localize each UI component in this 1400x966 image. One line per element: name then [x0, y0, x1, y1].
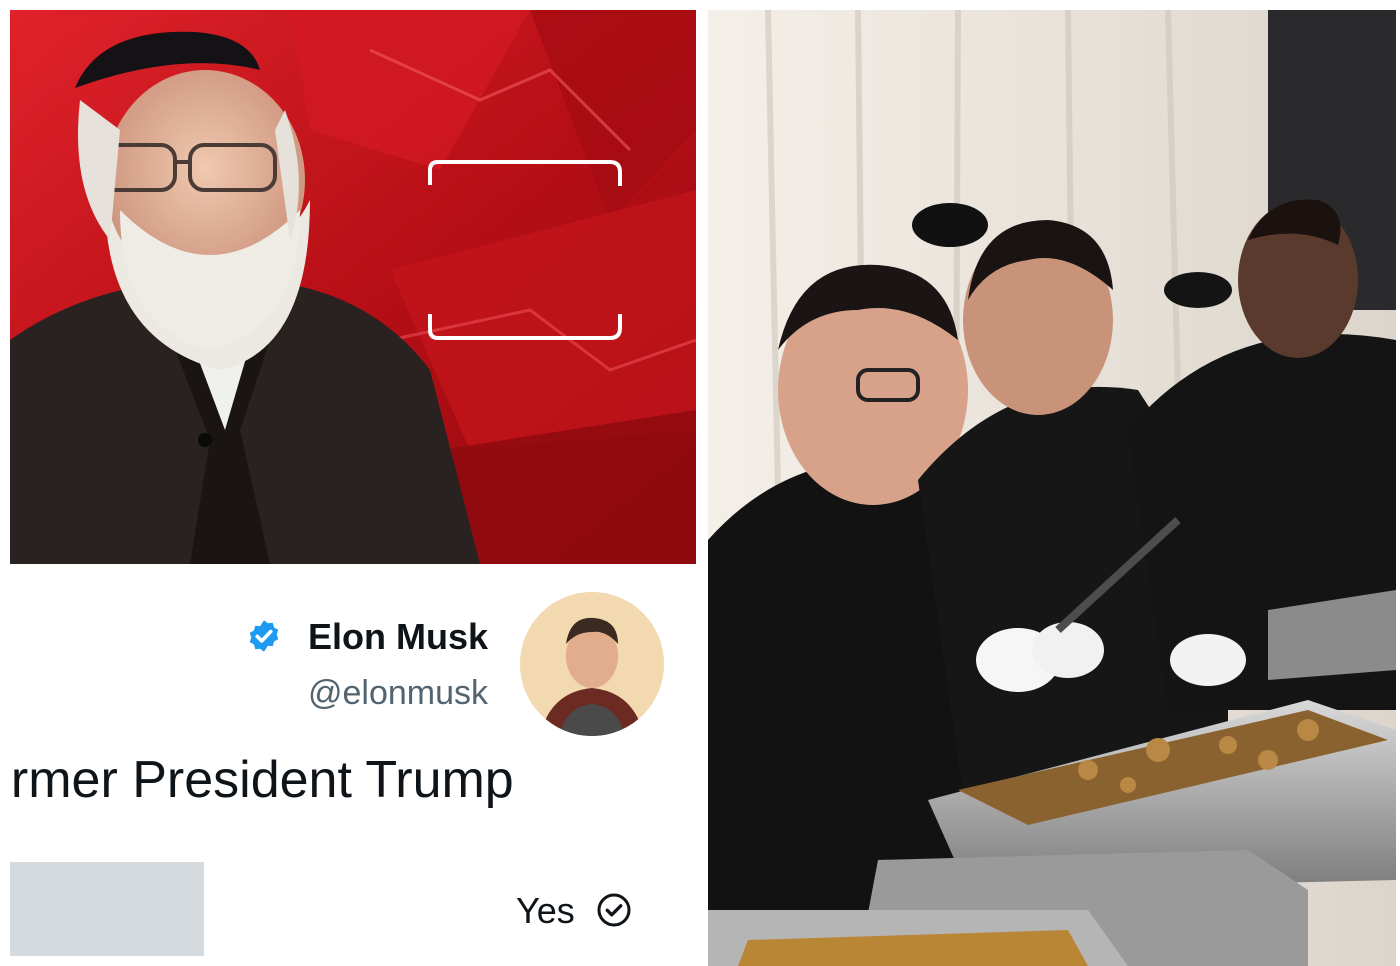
avatar[interactable]	[520, 592, 664, 736]
buffet-photo-illustration	[708, 10, 1396, 966]
poll-redacted-block	[10, 862, 204, 956]
tweet-card: Elon Musk @elonmusk ormer President Trum…	[10, 564, 696, 966]
author-name[interactable]: Elon Musk	[308, 616, 488, 658]
buffet-photo	[708, 10, 1396, 966]
author-handle[interactable]: @elonmusk	[308, 674, 488, 713]
verified-badge-icon	[249, 620, 279, 652]
avatar-illustration	[520, 592, 664, 736]
interview-photo-illustration	[10, 10, 696, 564]
check-circle-icon	[597, 893, 631, 927]
poll-option-yes-label[interactable]: Yes	[516, 890, 575, 932]
tweet-text: ormer President Trump	[10, 751, 514, 809]
interview-photo	[10, 10, 696, 564]
